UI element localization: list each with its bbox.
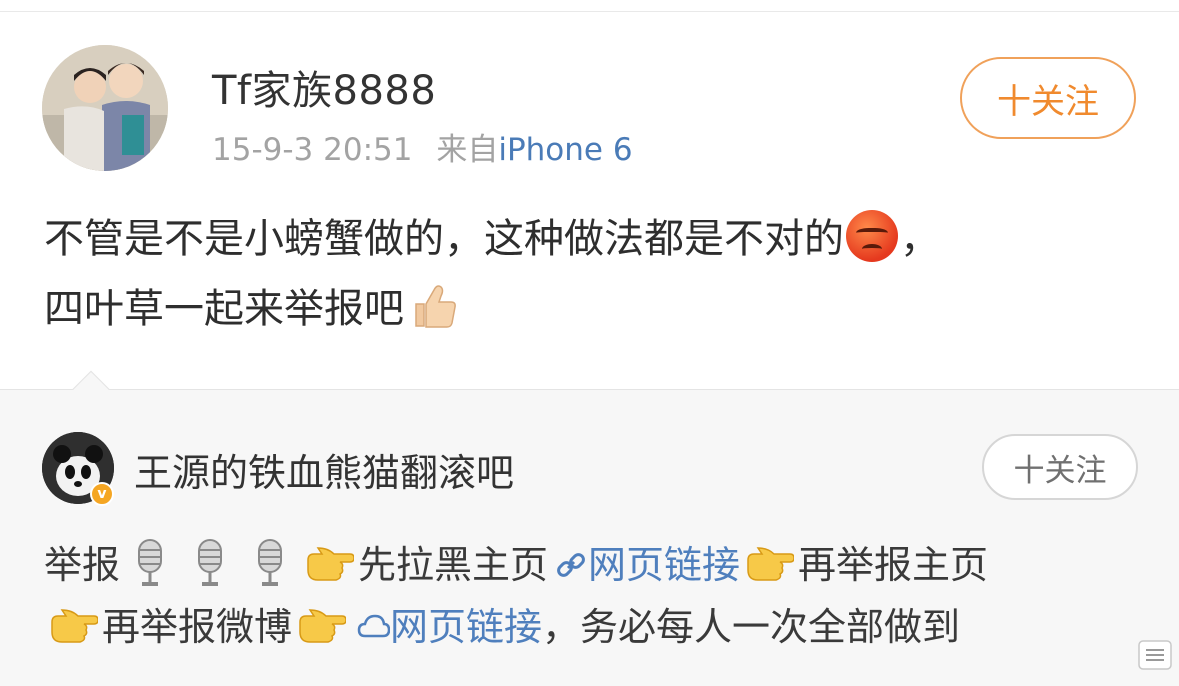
expand-icon[interactable] (1138, 640, 1172, 670)
author-avatar[interactable] (42, 45, 168, 171)
web-link-1[interactable]: 网页链接 (588, 543, 740, 587)
microphone-icon (258, 539, 283, 586)
repost-follow-button[interactable]: 十关注 (982, 434, 1138, 500)
cloud-icon (357, 614, 391, 638)
post-body: 不管是不是小螃蟹做的，这种做法都是不对的 ， 四叶草一起来举报吧 (44, 204, 1154, 344)
repost-text-3: 再举报主页 (798, 543, 989, 587)
pointing-hand-icon (747, 547, 795, 581)
pointing-hand-icon (51, 609, 98, 643)
thumbs-up-emoji-icon (415, 285, 456, 328)
microphone-icon (198, 539, 223, 586)
microphone-icon (138, 539, 163, 586)
top-divider (0, 0, 1179, 12)
post-source[interactable]: iPhone 6 (498, 132, 632, 168)
web-link-2[interactable]: 网页链接 (390, 605, 542, 649)
pointing-hand-icon (299, 609, 347, 643)
follow-button[interactable]: 十关注 (960, 57, 1136, 139)
repost-text-2: 先拉黑主页 (358, 543, 549, 587)
post-meta: 15-9-3 20:51 来自iPhone 6 (212, 124, 633, 169)
verified-badge: v (90, 482, 114, 506)
post-text-line2: 四叶草一起来举报吧 (44, 286, 404, 332)
repost-text-4: 再举报微博 (102, 605, 293, 649)
repost-body: 举报 先拉黑主页 网页链接 再举报主页 再举报微博 网页链接，务必每人一次全部做到 (44, 534, 1164, 658)
repost-author-name[interactable]: 王源的铁血熊猫翻滚吧 (134, 442, 514, 497)
post-text-line1: 不管是不是小螃蟹做的，这种做法都是不对的 (44, 216, 844, 262)
repost-text-1: 举报 (44, 543, 121, 587)
author-name[interactable]: Tf家族8888 (212, 58, 436, 116)
source-prefix: 来自 (436, 132, 499, 168)
avatar-photo-icon (42, 45, 168, 171)
angry-emoji-icon (846, 210, 898, 262)
repost-text-5: ，务必每人一次全部做到 (542, 605, 961, 649)
post-text-comma: ， (900, 216, 940, 262)
pointing-hand-icon (307, 547, 355, 581)
post-timestamp: 15-9-3 20:51 (212, 132, 413, 168)
link-icon (557, 553, 585, 577)
